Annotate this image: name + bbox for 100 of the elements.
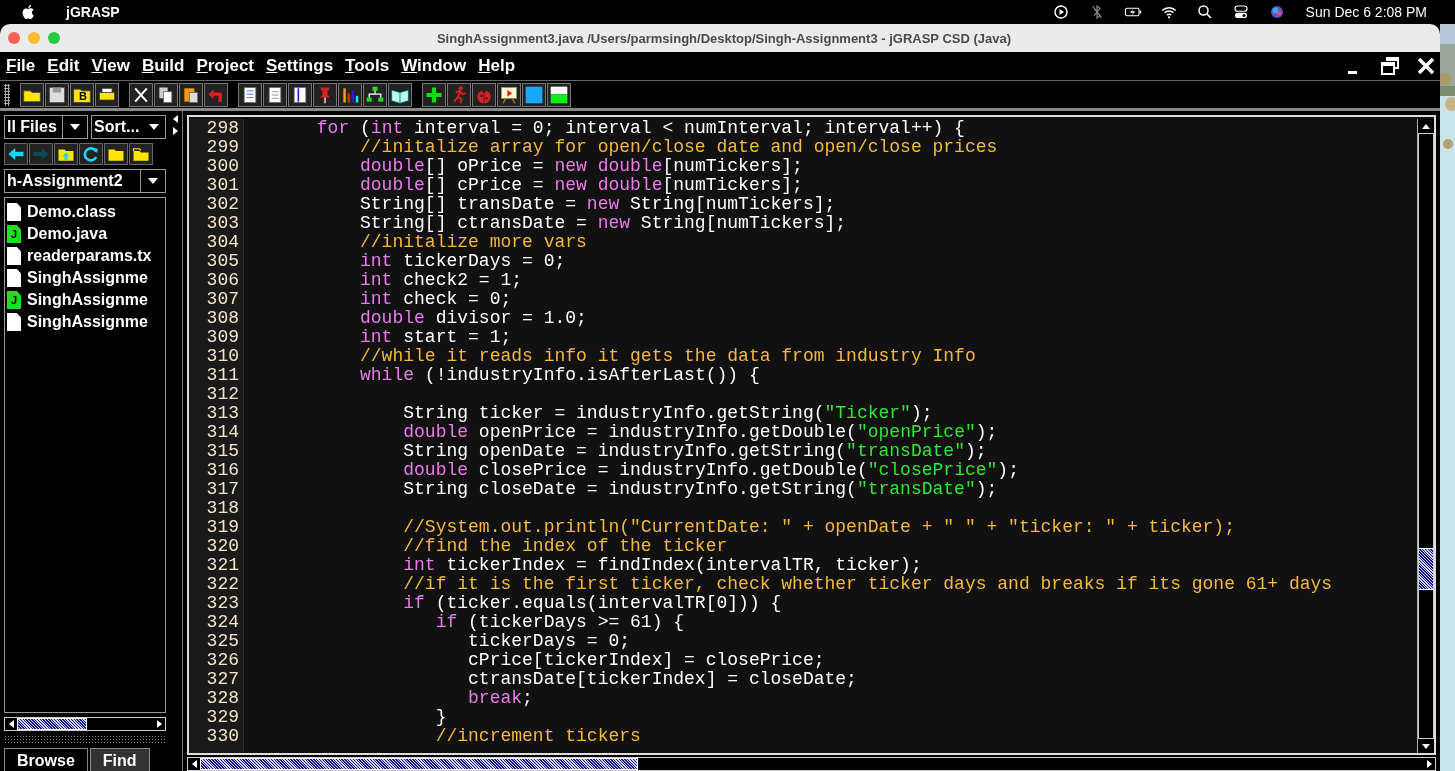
document-icon[interactable]	[238, 82, 262, 107]
line-number: 316	[205, 461, 239, 480]
line-number: 314	[205, 423, 239, 442]
play-icon[interactable]	[1051, 3, 1070, 21]
menu-item[interactable]: Tools	[345, 56, 390, 76]
line-number: 307	[205, 290, 239, 309]
code-line: String[] ctransDate = new String[numTickers];	[359, 213, 847, 233]
filter-dropdown[interactable]: ll Files	[4, 115, 88, 139]
line-number: 318	[205, 499, 239, 518]
vertical-scrollbar[interactable]	[1417, 119, 1434, 753]
line-number: 302	[205, 195, 239, 214]
app-name[interactable]: jGRASP	[66, 4, 120, 20]
sort-dropdown[interactable]: Sort...	[91, 115, 166, 139]
code-line: double[] oPrice = new double[numTickers];	[359, 156, 803, 176]
code-line: //System.out.println("CurrentDate: " + openDate + " " + "ticker: " + ticker);	[402, 517, 1235, 537]
code-line: String closeDate = industryInfo.getString("transDate");	[402, 479, 998, 499]
folder-icon[interactable]	[104, 143, 128, 165]
code-line: double[] cPrice = new double[numTickers];	[359, 175, 803, 195]
pushpin-icon[interactable]	[313, 82, 337, 107]
line-number: 298	[205, 119, 239, 138]
refresh-icon[interactable]	[79, 143, 103, 165]
tree-icon[interactable]	[363, 82, 387, 107]
code-line: int check = 0;	[359, 289, 512, 309]
code-line: int tickerIndex = findIndex(intervalTR, ticker);	[402, 555, 922, 575]
folder-icon[interactable]	[129, 143, 153, 165]
close-window-button[interactable]	[8, 32, 20, 44]
scissors-icon[interactable]	[129, 82, 153, 107]
document-icon[interactable]	[263, 82, 287, 107]
line-number: 330	[205, 727, 239, 746]
line-number: 328	[205, 689, 239, 708]
menu-item[interactable]: File	[6, 56, 36, 76]
line-number: 309	[205, 328, 239, 347]
square-icon[interactable]	[522, 82, 546, 107]
menu-item[interactable]: Edit	[47, 56, 80, 76]
code-line: ctransDate[tickerIndex] = closeDate;	[467, 669, 857, 689]
line-number: 320	[205, 537, 239, 556]
path-dropdown[interactable]: h-Assignment2	[4, 169, 166, 193]
bar-chart-icon[interactable]	[338, 82, 362, 107]
paste-icon[interactable]	[179, 82, 203, 107]
document-icon[interactable]	[288, 82, 312, 107]
line-number: 329	[205, 708, 239, 727]
file-name[interactable]: readerparams.tx	[27, 247, 152, 265]
code-line: int start = 1;	[359, 327, 512, 347]
folder-icon[interactable]	[20, 82, 44, 107]
file-name[interactable]: Demo.java	[27, 225, 108, 243]
file-name[interactable]: SinghAssignme	[27, 269, 148, 287]
ladybug-icon[interactable]	[472, 82, 496, 107]
code-line: String ticker = industryInfo.getString("Ticker");	[402, 403, 933, 423]
menu-item[interactable]: Help	[478, 56, 516, 76]
code-line: int tickerDays = 0;	[359, 251, 566, 271]
line-number: 304	[205, 233, 239, 252]
close-icon[interactable]	[1416, 56, 1436, 76]
tab[interactable]: Browse	[4, 748, 88, 771]
square-icon[interactable]	[547, 82, 571, 107]
line-number: 325	[205, 632, 239, 651]
line-number: 319	[205, 518, 239, 537]
code-line: double openPrice = industryInfo.getDouble("openPrice");	[402, 422, 998, 442]
toggle-icon[interactable]	[1231, 3, 1250, 21]
code-line: int check2 = 1;	[359, 270, 523, 290]
clock[interactable]: Sun Dec 6 2:08 PM	[1305, 4, 1427, 20]
runner-icon[interactable]	[447, 82, 471, 107]
menu-item[interactable]: Project	[196, 56, 254, 76]
line-number: 300	[205, 157, 239, 176]
book-icon[interactable]	[388, 82, 412, 107]
code-line: String openDate = industryInfo.getString("transDate");	[402, 441, 987, 461]
horizontal-scrollbar[interactable]	[187, 757, 1436, 771]
line-number: 306	[205, 271, 239, 290]
copy-icon[interactable]	[154, 82, 178, 107]
line-number: 327	[205, 670, 239, 689]
java-file-icon: J	[7, 225, 21, 243]
printer-icon[interactable]	[95, 82, 119, 107]
easel-icon[interactable]	[497, 82, 521, 107]
file-icon	[7, 269, 21, 287]
code-line: if (tickerDays >= 61) {	[434, 612, 685, 632]
file-name[interactable]: SinghAssignme	[27, 291, 148, 309]
code-line: double divisor = 1.0;	[359, 308, 587, 328]
file-icon	[7, 313, 21, 331]
horizontal-scrollbar[interactable]	[4, 717, 166, 731]
menu-item[interactable]: Window	[401, 56, 467, 76]
menu-item[interactable]: View	[91, 56, 130, 76]
code-line: tickerDays = 0;	[467, 631, 631, 651]
file-name[interactable]: SinghAssignme	[27, 313, 148, 331]
line-number: 311	[205, 366, 239, 385]
file-name[interactable]: Demo.class	[27, 203, 116, 221]
search-icon[interactable]	[1195, 3, 1214, 21]
line-number: 317	[205, 480, 239, 499]
folder-up-icon[interactable]	[54, 143, 78, 165]
code-line: if (ticker.equals(intervalTR[0])) {	[402, 593, 782, 613]
floppy-icon[interactable]	[45, 82, 69, 107]
restore-icon[interactable]	[1380, 56, 1400, 76]
folder-icon[interactable]: B	[70, 82, 94, 107]
line-number: 313	[205, 404, 239, 423]
line-number: 305	[205, 252, 239, 271]
code-line: //while it reads info it gets the data from industry Info	[359, 346, 976, 366]
tab[interactable]: Find	[89, 748, 150, 771]
code-line: }	[434, 707, 447, 727]
plus-icon[interactable]	[422, 82, 446, 107]
menu-item[interactable]: Build	[141, 56, 185, 76]
undo-icon[interactable]	[204, 82, 228, 107]
menu-item[interactable]: Settings	[266, 56, 334, 76]
